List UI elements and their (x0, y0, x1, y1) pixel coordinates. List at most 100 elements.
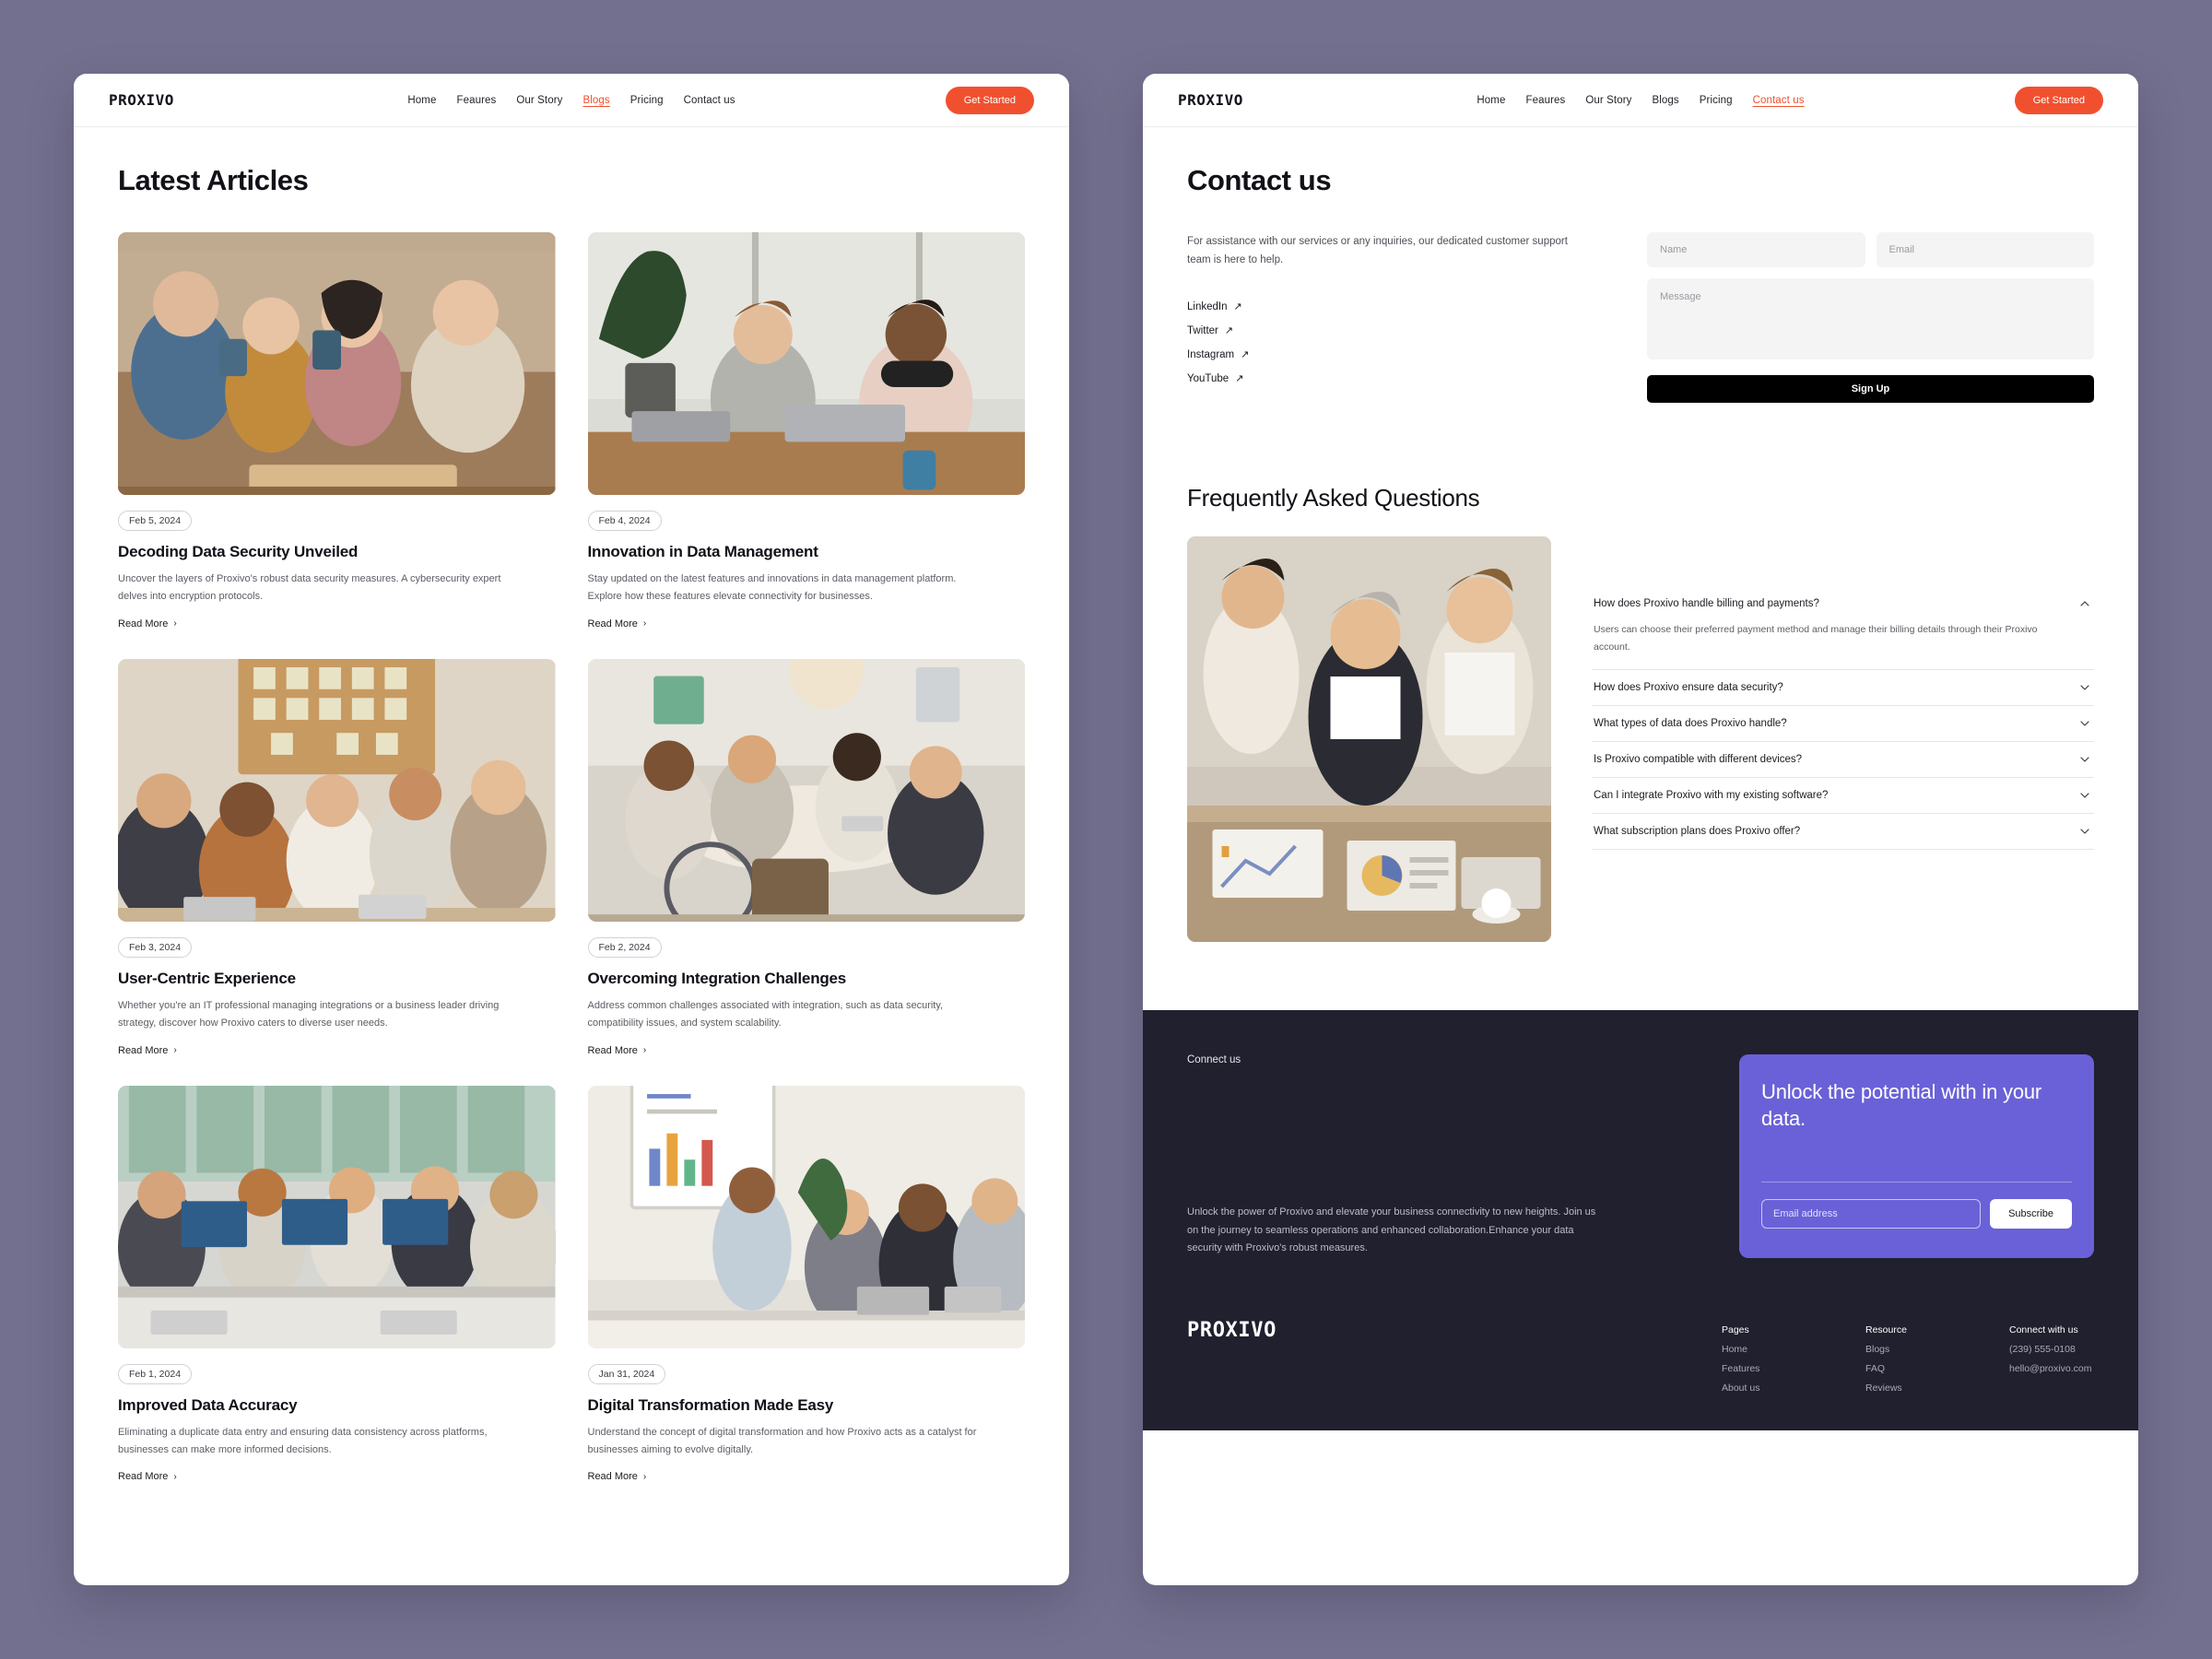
article-image-team-sticky-notes-board (118, 658, 556, 922)
read-more-label: Read More (118, 1044, 169, 1056)
faq-question-row[interactable]: What subscription plans does Proxivo off… (1592, 814, 2094, 849)
article-title[interactable]: Overcoming Integration Challenges (588, 970, 1026, 988)
subscribe-button[interactable]: Subscribe (1990, 1199, 2072, 1230)
social-link-linkedin[interactable]: LinkedIn ↗ (1187, 300, 1242, 313)
read-more-link[interactable]: Read More › (588, 1471, 1026, 1482)
nav-link-contact-us[interactable]: Contact us (684, 95, 735, 106)
article-description: Uncover the layers of Proxivo's robust d… (118, 573, 501, 602)
nav-link-blogs[interactable]: Blogs (1652, 95, 1678, 106)
email-input[interactable] (1876, 232, 2094, 267)
footer-column-resource: Resource Blogs FAQ Reviews (1865, 1324, 1950, 1394)
logo-proxivo[interactable]: PROXIVO (109, 91, 174, 109)
name-input[interactable] (1647, 232, 1865, 267)
newsletter-title: Unlock the potential with in your data. (1761, 1080, 2042, 1131)
nav-link-blogs[interactable]: Blogs (582, 95, 609, 106)
read-more-link[interactable]: Read More › (588, 1045, 1026, 1056)
message-textarea[interactable] (1647, 278, 2094, 359)
chevron-right-icon: › (642, 1045, 647, 1056)
faq-question-row[interactable]: Is Proxivo compatible with different dev… (1592, 742, 2094, 777)
logo-proxivo[interactable]: PROXIVO (1178, 91, 1243, 109)
faq-question-row[interactable]: Can I integrate Proxivo with my existing… (1592, 778, 2094, 813)
footer-top: Connect us Unlock the power of Proxivo a… (1187, 1054, 2094, 1258)
read-more-link[interactable]: Read More › (118, 1045, 556, 1056)
faq-question-row[interactable]: What types of data does Proxivo handle? (1592, 706, 2094, 741)
sign-up-button[interactable]: Sign Up (1647, 375, 2094, 403)
article-card[interactable]: Feb 1, 2024 Improved Data Accuracy Elimi… (118, 1085, 556, 1482)
social-label: Instagram (1187, 348, 1235, 360)
faq-row: How does Proxivo handle billing and paym… (1187, 536, 2094, 942)
social-label: Twitter (1187, 324, 1218, 336)
social-label: LinkedIn (1187, 300, 1228, 312)
nav-link-features[interactable]: Feaures (456, 95, 496, 106)
article-title[interactable]: User-Centric Experience (118, 970, 556, 988)
footer-link-reviews[interactable]: Reviews (1865, 1382, 1950, 1394)
footer-column-heading: Connect with us (2009, 1324, 2078, 1335)
newsletter-cta-card: Unlock the potential with in your data. … (1739, 1054, 2094, 1258)
article-image-team-coffee-laptop (118, 232, 556, 495)
nav-link-home[interactable]: Home (407, 95, 436, 106)
contact-info: For assistance with our services or any … (1187, 232, 1606, 403)
nav-link-pricing[interactable]: Pricing (630, 95, 664, 106)
nav-link-home[interactable]: Home (1477, 95, 1505, 106)
faq-question-row[interactable]: How does Proxivo handle billing and paym… (1592, 586, 2094, 621)
footer-link-about-us[interactable]: About us (1722, 1382, 1806, 1394)
faq-question: How does Proxivo handle billing and paym… (1594, 598, 1819, 609)
read-more-label: Read More (587, 618, 638, 629)
nav-link-features[interactable]: Feaures (1525, 95, 1565, 106)
screen: PROXIVO Home Feaures Our Story Blogs Pri… (0, 0, 2212, 1659)
chevron-down-icon (2080, 721, 2089, 726)
articles-grid: Feb 5, 2024 Decoding Data Security Unvei… (118, 232, 1025, 1482)
article-title[interactable]: Decoding Data Security Unveiled (118, 543, 556, 561)
article-date: Jan 31, 2024 (587, 1363, 666, 1384)
chevron-up-icon (2080, 601, 2089, 606)
footer-email-address[interactable]: hello@proxivo.com (2009, 1363, 2094, 1374)
footer-link-features[interactable]: Features (1722, 1363, 1806, 1374)
chevron-right-icon: › (642, 1471, 647, 1482)
navbar-blogs: PROXIVO Home Feaures Our Story Blogs Pri… (74, 74, 1069, 127)
read-more-link[interactable]: Read More › (118, 618, 556, 629)
article-card[interactable]: Jan 31, 2024 Digital Transformation Made… (587, 1085, 1026, 1482)
contact-page-panel: PROXIVO Home Feaures Our Story Blogs Pri… (1143, 74, 2138, 1585)
faq-question: How does Proxivo ensure data security? (1594, 682, 1783, 694)
faq-section: Frequently Asked Questions How does Prox… (1187, 484, 2094, 942)
nav-link-contact-us[interactable]: Contact us (1753, 95, 1805, 106)
article-card[interactable]: Feb 4, 2024 Innovation in Data Managemen… (587, 232, 1026, 629)
contact-form: Sign Up (1647, 232, 2094, 403)
article-title[interactable]: Improved Data Accuracy (118, 1396, 556, 1415)
social-link-instagram[interactable]: Instagram ↗ (1187, 348, 1250, 361)
chevron-right-icon: › (173, 1045, 177, 1056)
social-label: YouTube (1187, 372, 1230, 384)
nav-link-our-story[interactable]: Our Story (516, 95, 562, 106)
footer-left: Connect us Unlock the power of Proxivo a… (1187, 1054, 1702, 1258)
footer-phone-number[interactable]: (239) 555-0108 (2009, 1344, 2094, 1355)
article-card[interactable]: Feb 2, 2024 Overcoming Integration Chall… (587, 658, 1026, 1056)
nav-link-pricing[interactable]: Pricing (1700, 95, 1733, 106)
get-started-button[interactable]: Get Started (2014, 86, 2103, 114)
article-title[interactable]: Digital Transformation Made Easy (588, 1396, 1026, 1415)
read-more-link[interactable]: Read More › (118, 1471, 556, 1482)
read-more-link[interactable]: Read More › (588, 618, 1026, 629)
navbar-contact: PROXIVO Home Feaures Our Story Blogs Pri… (1143, 74, 2138, 127)
nav-link-our-story[interactable]: Our Story (1585, 95, 1631, 106)
contact-body: Contact us For assistance with our servi… (1143, 127, 2138, 942)
get-started-button[interactable]: Get Started (945, 86, 1034, 114)
footer-link-blogs[interactable]: Blogs (1865, 1344, 1950, 1355)
article-description: Stay updated on the latest features and … (587, 573, 957, 602)
footer-link-home[interactable]: Home (1722, 1344, 1806, 1355)
footer-link-faq[interactable]: FAQ (1865, 1363, 1950, 1374)
social-link-twitter[interactable]: Twitter ↗ (1187, 324, 1233, 337)
faq-question-row[interactable]: How does Proxivo ensure data security? (1592, 670, 2094, 705)
faq-item: Can I integrate Proxivo with my existing… (1592, 778, 2094, 815)
article-image-whiteboard-presentation (587, 1085, 1025, 1348)
arrow-up-right-icon: ↗ (1241, 349, 1250, 361)
article-title[interactable]: Innovation in Data Management (588, 543, 1026, 561)
footer-logo-proxivo[interactable]: PROXIVO (1187, 1319, 1277, 1342)
article-date: Feb 1, 2024 (118, 1363, 193, 1384)
article-card[interactable]: Feb 3, 2024 User-Centric Experience Whet… (118, 658, 556, 1056)
social-link-youtube[interactable]: YouTube ↗ (1187, 372, 1243, 385)
article-card[interactable]: Feb 5, 2024 Decoding Data Security Unvei… (118, 232, 556, 629)
faq-question: What subscription plans does Proxivo off… (1594, 826, 1801, 838)
chevron-right-icon: › (642, 618, 647, 629)
article-description: Whether you're an IT professional managi… (118, 999, 500, 1029)
newsletter-email-input[interactable] (1761, 1199, 1982, 1230)
